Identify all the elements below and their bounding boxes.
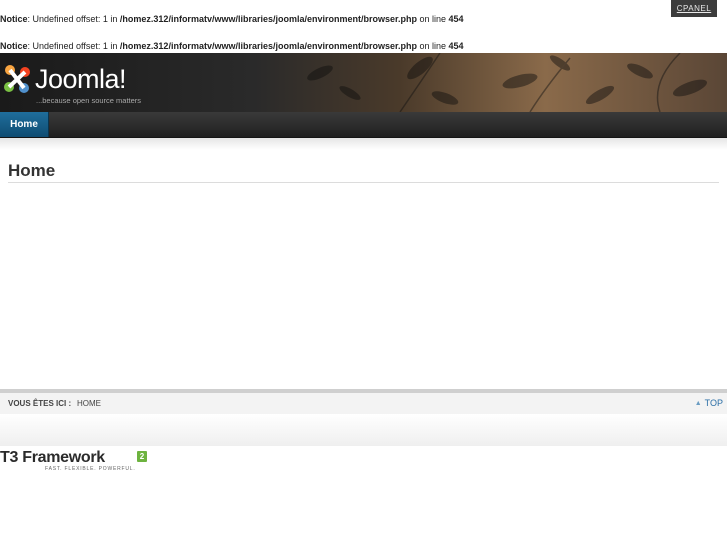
site-header: Joomla! ...because open source matters: [0, 53, 727, 112]
notice-message: : Undefined offset: 1 in: [27, 41, 120, 51]
breadcrumb-item-home: HOME: [77, 399, 101, 408]
footer-band: [0, 414, 727, 446]
page-title: Home: [8, 161, 56, 180]
nav-item-home[interactable]: Home: [0, 112, 49, 137]
notice-label: Notice: [0, 41, 28, 51]
breadcrumb: VOUS ÊTES ICI : HOME ▲ TOP: [0, 393, 727, 415]
cpanel-button[interactable]: CPANEL: [671, 0, 717, 17]
breadcrumb-label: VOUS ÊTES ICI :: [8, 399, 72, 408]
logo-tagline: ...because open source matters: [36, 96, 142, 105]
notice-message: : Undefined offset: 1 in: [27, 14, 120, 24]
notice-line: 454: [448, 41, 464, 51]
notice-line: 454: [448, 14, 464, 24]
php-notice: Notice: Undefined offset: 1 in /homez.31…: [0, 41, 464, 51]
notice-path: /homez.312/informatv/www/libraries/jooml…: [119, 14, 417, 24]
notice-label: Notice: [0, 14, 28, 24]
php-notice: Notice: Undefined offset: 1 in /homez.31…: [0, 14, 464, 24]
t3-version-badge: 2: [137, 451, 147, 462]
title-divider: [8, 182, 719, 183]
notice-path: /homez.312/informatv/www/libraries/jooml…: [119, 41, 417, 51]
t3-framework-logo[interactable]: T3 Framework 2 FAST. FLEXIBLE. POWERFUL.: [0, 449, 160, 475]
t3-tagline: FAST. FLEXIBLE. POWERFUL.: [45, 466, 136, 472]
top-link-label: TOP: [704, 398, 723, 408]
notice-on-line: on line: [417, 41, 449, 51]
notice-on-line: on line: [417, 14, 449, 24]
logo-text: Joomla!: [35, 64, 127, 94]
joomla-logo-icon: [4, 65, 30, 93]
t3-logo-text: T3 Framework: [0, 449, 105, 466]
main-nav: Home: [0, 112, 727, 138]
joomla-logo[interactable]: Joomla! ...because open source matters: [0, 59, 170, 107]
content-shadow: [0, 138, 727, 150]
back-to-top-link[interactable]: ▲ TOP: [695, 398, 723, 408]
arrow-up-icon: ▲: [694, 399, 702, 407]
